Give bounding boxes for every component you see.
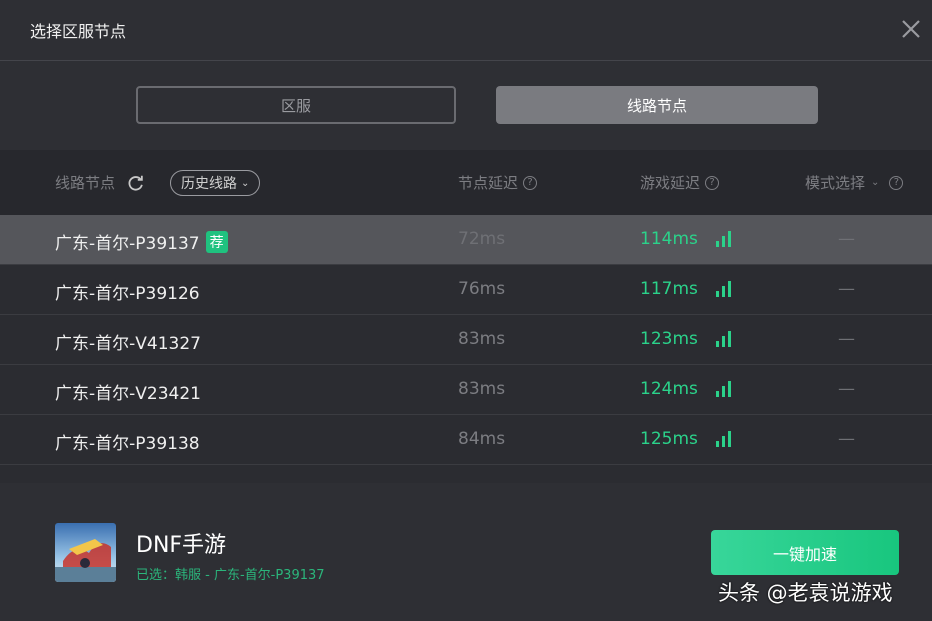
route-name-text: 广东-首尔-P39137 — [55, 234, 200, 254]
table-row[interactable]: 广东-首尔-P39138 84ms 125ms — — [0, 415, 932, 465]
game-latency-text: 114ms — [640, 229, 698, 249]
watermark: 头条 @老袁说游戏 — [718, 581, 893, 605]
signal-bars-icon — [715, 331, 731, 347]
signal-bars-icon — [715, 281, 731, 297]
recommend-badge: 荐 — [205, 230, 228, 253]
node-latency-label: 节点延迟 — [458, 174, 519, 192]
chevron-down-icon: ⌄ — [241, 177, 250, 189]
close-icon[interactable] — [898, 16, 924, 42]
table-row[interactable]: 广东-首尔-V41327 83ms 123ms — — [0, 315, 932, 365]
game-latency-text: 124ms — [640, 379, 698, 399]
mode-select-label: 模式选择 — [805, 174, 866, 192]
node-latency: 76ms — [458, 279, 506, 299]
game-latency-label: 游戏延迟 — [640, 174, 701, 192]
title-bar: 选择区服节点 — [0, 0, 932, 61]
route-node-header-label: 线路节点 — [55, 174, 116, 192]
route-node-header: 线路节点 — [55, 172, 145, 193]
game-latency: 125ms — [640, 429, 731, 449]
node-latency: 83ms — [458, 379, 506, 399]
mode-value: — — [838, 429, 855, 449]
route-name: 广东-首尔-P39137 荐 — [55, 229, 228, 254]
mode-value: — — [838, 329, 855, 349]
game-latency-text: 125ms — [640, 429, 698, 449]
game-latency: 124ms — [640, 379, 731, 399]
tab-region[interactable]: 区服 — [136, 86, 456, 124]
mode-value: — — [838, 379, 855, 399]
node-latency-header: 节点延迟 ? — [458, 172, 538, 193]
node-latency: 84ms — [458, 429, 506, 449]
game-latency-text: 117ms — [640, 279, 698, 299]
game-latency: 114ms — [640, 229, 731, 249]
mode-value: — — [838, 229, 855, 249]
signal-bars-icon — [715, 231, 731, 247]
game-latency-text: 123ms — [640, 329, 698, 349]
list-header: 线路节点 节点延迟 ? 游戏延迟 ? 模式选择 ⌄ ? — [0, 150, 932, 215]
route-name: 广东-首尔-V41327 — [55, 334, 201, 354]
game-name: DNF手游 — [136, 533, 227, 558]
tab-bar: 区服 线路节点 — [0, 61, 932, 150]
question-icon[interactable]: ? — [705, 175, 720, 190]
accelerate-button[interactable]: 一键加速 — [711, 530, 899, 575]
node-latency: 72ms — [458, 229, 506, 249]
route-list: 广东-首尔-P39137 荐 72ms 114ms — 广东-首尔-P39126… — [0, 215, 932, 483]
node-latency: 83ms — [458, 329, 506, 349]
footer: DNF手游 已选：韩服 - 广东-首尔-P39137 一键加速 头条 @老袁说游… — [0, 483, 932, 621]
route-name: 广东-首尔-P39138 — [55, 434, 200, 454]
question-icon[interactable]: ? — [523, 175, 538, 190]
dialog-title: 选择区服节点 — [30, 22, 127, 41]
mode-value: — — [838, 279, 855, 299]
chevron-down-icon: ⌄ — [871, 177, 880, 188]
signal-bars-icon — [715, 381, 731, 397]
table-row[interactable]: 广东-首尔-P39137 荐 72ms 114ms — — [0, 215, 932, 265]
route-name: 广东-首尔-P39126 — [55, 284, 200, 304]
selected-route-text: 已选：韩服 - 广东-首尔-P39137 — [136, 568, 325, 583]
history-route-label: 历史线路 — [181, 176, 237, 192]
signal-bars-icon — [715, 431, 731, 447]
route-name: 广东-首尔-V23421 — [55, 384, 201, 404]
refresh-icon[interactable] — [127, 174, 145, 192]
history-route-dropdown[interactable]: 历史线路 ⌄ — [170, 170, 261, 196]
table-row[interactable]: 广东-首尔-P39126 76ms 117ms — — [0, 265, 932, 315]
mode-select-header[interactable]: 模式选择 ⌄ ? — [805, 172, 904, 193]
game-cover-icon — [55, 523, 116, 582]
question-icon[interactable]: ? — [889, 175, 904, 190]
table-row[interactable]: 广东-首尔-V23421 83ms 124ms — — [0, 365, 932, 415]
game-latency-header: 游戏延迟 ? — [640, 172, 720, 193]
game-latency: 117ms — [640, 279, 731, 299]
tab-route-node[interactable]: 线路节点 — [496, 86, 818, 124]
game-latency: 123ms — [640, 329, 731, 349]
